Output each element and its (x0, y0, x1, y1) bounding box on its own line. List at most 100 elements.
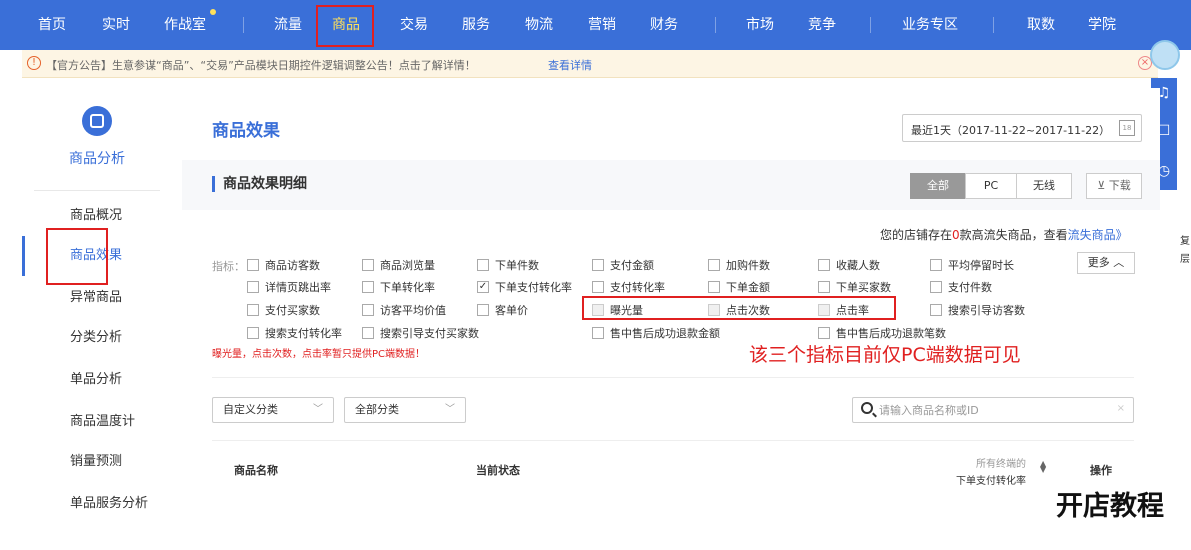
assistant-avatar[interactable] (1150, 40, 1180, 70)
metric-checkbox[interactable]: 支付买家数 (247, 303, 320, 317)
metric-label: 搜索支付转化率 (265, 327, 342, 340)
metric-checkbox[interactable]: 加购件数 (708, 258, 770, 272)
checkbox-icon[interactable] (362, 281, 374, 293)
metric-checkbox[interactable]: 下单金额 (708, 280, 770, 294)
all-category-select[interactable]: 全部分类 ﹀ (344, 397, 466, 423)
metric-checkbox[interactable]: 支付金额 (592, 258, 654, 272)
checkbox-icon[interactable] (362, 327, 374, 339)
notice-details-link[interactable]: 查看详情 (548, 57, 592, 73)
device-tab-pc[interactable]: PC (965, 173, 1017, 199)
sidebar-item-category-analysis[interactable]: 分类分析 (22, 318, 172, 358)
nav-data-fetch[interactable]: 取数 (1027, 0, 1055, 50)
metric-checkbox[interactable]: 售中售后成功退款金额 (592, 326, 720, 340)
metric-checkbox[interactable]: 下单转化率 (362, 280, 435, 294)
nav-business-zone[interactable]: 业务专区 (902, 0, 958, 50)
checkbox-icon[interactable] (362, 259, 374, 271)
checkbox-icon[interactable] (362, 304, 374, 316)
metric-checkbox[interactable]: 搜索引导访客数 (930, 303, 1025, 317)
sort-icon[interactable]: ▲ ▼ (1040, 460, 1046, 474)
metric-checkbox[interactable]: 售中售后成功退款笔数 (818, 326, 946, 340)
top-nav: 首页 实时 作战室 流量 商品 交易 服务 物流 营销 财务 市场 竞争 业务专… (0, 0, 1191, 50)
device-tab-all[interactable]: 全部 (910, 173, 966, 199)
metric-checkbox[interactable]: 收藏人数 (818, 258, 880, 272)
checkbox-icon[interactable] (247, 304, 259, 316)
checkbox-icon[interactable] (247, 281, 259, 293)
nav-finance[interactable]: 财务 (650, 0, 678, 50)
metric-checkbox[interactable]: 支付件数 (930, 280, 992, 294)
watermark: 开店教程 (1056, 491, 1164, 522)
metric-label: 支付转化率 (610, 281, 665, 294)
edge-label: 层 (1180, 254, 1190, 265)
checkbox-icon[interactable] (477, 259, 489, 271)
search-input[interactable] (879, 401, 1109, 419)
loss-products-link[interactable]: 流失商品》 (1068, 228, 1128, 242)
checkbox-icon[interactable] (592, 259, 604, 271)
nav-divider (243, 17, 244, 33)
sidebar-title: 商品分析 (69, 151, 125, 167)
metric-checkbox[interactable]: 下单件数 (477, 258, 539, 272)
metric-checkbox[interactable]: 搜索引导支付买家数 (362, 326, 479, 340)
metric-label: 下单支付转化率 (495, 281, 572, 294)
col-status: 当前状态 (476, 464, 520, 477)
col-rate[interactable]: 下单支付转化率 (956, 472, 1026, 487)
nav-service[interactable]: 服务 (462, 0, 490, 50)
checkbox-icon[interactable] (818, 281, 830, 293)
search-icon[interactable] (861, 402, 873, 414)
nav-traffic[interactable]: 流量 (274, 0, 302, 50)
download-button[interactable]: ⊻ 下载 (1086, 173, 1142, 199)
checkbox-icon[interactable] (247, 259, 259, 271)
loss-count: 0 (952, 228, 960, 242)
checkbox-icon[interactable] (930, 281, 942, 293)
clear-icon[interactable]: × (1117, 403, 1125, 414)
metric-checkbox[interactable]: 访客平均价值 (362, 303, 446, 317)
info-icon: ! (27, 56, 41, 70)
checkbox-icon[interactable] (708, 281, 720, 293)
sidebar-item-service-analysis[interactable]: 单品服务分析 (22, 484, 172, 524)
checkbox-icon[interactable] (592, 327, 604, 339)
metric-checkbox[interactable]: 下单买家数 (818, 280, 891, 294)
metric-checkbox[interactable]: 平均停留时长 (930, 258, 1014, 272)
nav-academy[interactable]: 学院 (1088, 0, 1116, 50)
metric-checkbox[interactable]: 搜索支付转化率 (247, 326, 342, 340)
metric-label: 售中售后成功退款笔数 (836, 327, 946, 340)
metric-label: 访客平均价值 (380, 304, 446, 317)
nav-competition[interactable]: 竞争 (808, 0, 836, 50)
nav-marketing[interactable]: 营销 (588, 0, 616, 50)
nav-market[interactable]: 市场 (746, 0, 774, 50)
custom-category-value: 自定义分类 (223, 403, 278, 416)
notice-bar: ! 【官方公告】生意参谋“商品”、“交易”产品模块日期控件逻辑调整公告！点击了解… (22, 50, 1158, 78)
metric-checkbox[interactable]: 客单价 (477, 303, 528, 317)
date-range-text: 最近1天（2017-11-22~2017-11-22） (911, 124, 1111, 137)
checkbox-icon[interactable] (930, 304, 942, 316)
nav-transactions[interactable]: 交易 (400, 0, 428, 50)
checkbox-icon[interactable] (930, 259, 942, 271)
device-tab-wireless[interactable]: 无线 (1016, 173, 1072, 199)
sidebar-item-thermometer[interactable]: 商品温度计 (22, 402, 172, 442)
nav-war-room[interactable]: 作战室 (164, 0, 206, 50)
checkbox-icon[interactable] (477, 304, 489, 316)
edge-label: 复 (1180, 236, 1190, 247)
sidebar-item-single-analysis[interactable]: 单品分析 (22, 360, 172, 400)
calendar-icon[interactable]: 18 (1119, 120, 1135, 136)
more-metrics-button[interactable]: 更多 ︿ (1077, 252, 1135, 274)
metric-checkbox[interactable]: 商品浏览量 (362, 258, 435, 272)
date-range-picker[interactable]: 最近1天（2017-11-22~2017-11-22） 18 (902, 114, 1142, 142)
metric-checkbox[interactable]: 支付转化率 (592, 280, 665, 294)
metric-checkbox[interactable]: 商品访客数 (247, 258, 320, 272)
nav-realtime[interactable]: 实时 (102, 0, 130, 50)
metric-checkbox[interactable]: ✓ 下单支付转化率 (477, 280, 572, 294)
checkbox-icon[interactable] (592, 281, 604, 293)
loss-notice: 您的店铺存在0款高流失商品，查看流失商品》 (880, 226, 1128, 243)
checkbox-icon[interactable] (818, 327, 830, 339)
nav-logistics[interactable]: 物流 (525, 0, 553, 50)
more-label: 更多 (1087, 256, 1110, 269)
sidebar-item-sales-forecast[interactable]: 销量预测 (22, 442, 172, 482)
checkbox-icon[interactable] (247, 327, 259, 339)
checkbox-icon[interactable] (708, 259, 720, 271)
custom-category-select[interactable]: 自定义分类 ﹀ (212, 397, 334, 423)
nav-home[interactable]: 首页 (38, 0, 66, 50)
checkbox-checked-icon[interactable]: ✓ (477, 281, 489, 293)
metric-checkbox[interactable]: 详情页跳出率 (247, 280, 331, 294)
checkbox-icon[interactable] (818, 259, 830, 271)
page-title: 商品效果 (212, 121, 280, 141)
